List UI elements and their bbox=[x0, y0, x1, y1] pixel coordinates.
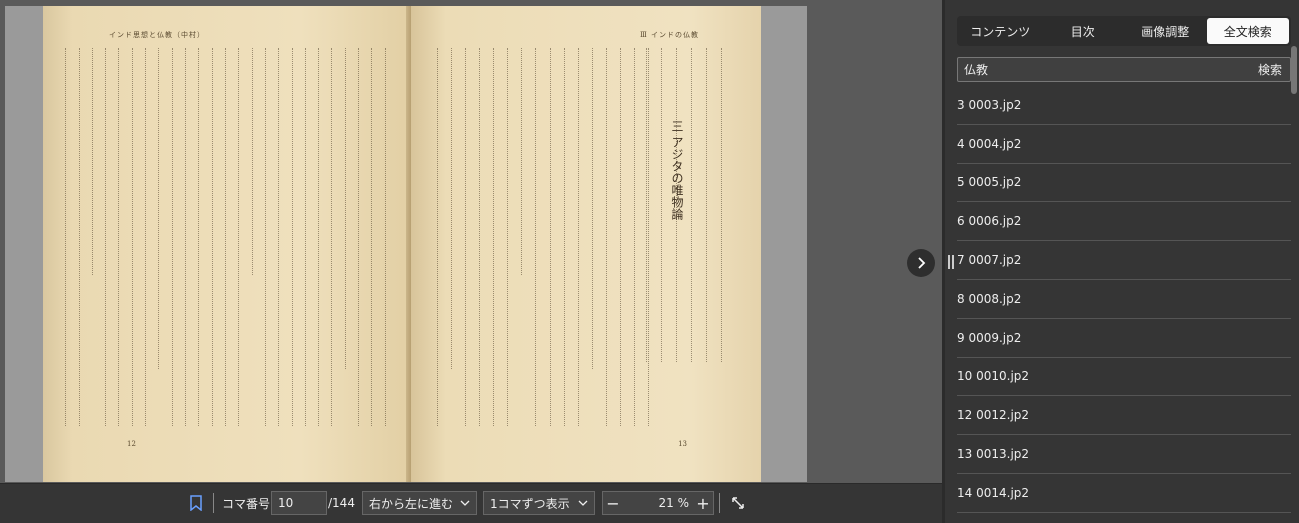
chevron-down-icon bbox=[460, 500, 470, 506]
zoom-in-button[interactable]: + bbox=[693, 494, 713, 513]
list-item[interactable]: 12 0012.jp2 bbox=[957, 396, 1291, 436]
list-item[interactable]: 3 0003.jp2 bbox=[957, 86, 1291, 125]
right-page-text-columns-2 bbox=[611, 48, 727, 362]
display-mode-select[interactable]: 1コマずつ表示 bbox=[483, 491, 595, 515]
bookmark-icon[interactable] bbox=[189, 490, 203, 516]
page-direction-value: 右から左に進む bbox=[369, 496, 454, 511]
tab-fulltext-search[interactable]: 全文検索 bbox=[1206, 18, 1289, 44]
next-page-button[interactable] bbox=[907, 249, 935, 277]
toolbar-divider bbox=[213, 493, 214, 513]
book-spread-image: インド思想と仏教（中村） 12 Ⅲ インドの仏教 三 アジタの唯物論 13 bbox=[5, 6, 807, 482]
fullscreen-icon[interactable] bbox=[731, 490, 745, 516]
list-item[interactable]: 13 0013.jp2 bbox=[957, 435, 1291, 474]
left-page-number: 12 bbox=[127, 440, 136, 448]
frame-total: /144 bbox=[328, 496, 355, 510]
right-page: Ⅲ インドの仏教 三 アジタの唯物論 13 bbox=[411, 6, 761, 482]
zoom-control: − 21 % + bbox=[602, 491, 714, 515]
left-page: インド思想と仏教（中村） 12 bbox=[43, 6, 411, 482]
results-scrollbar[interactable] bbox=[1291, 46, 1297, 94]
display-mode-value: 1コマずつ表示 bbox=[490, 496, 570, 511]
chevron-right-icon bbox=[918, 257, 926, 269]
viewer-toolbar: コマ番号 /144 右から左に進む 1コマずつ表示 − 21 % + bbox=[0, 483, 942, 523]
list-item[interactable]: 9 0009.jp2 bbox=[957, 319, 1291, 358]
tab-contents[interactable]: コンテンツ bbox=[959, 18, 1042, 44]
fulltext-search-box: 仏教 検索 bbox=[957, 57, 1291, 82]
search-results-list: 3 0003.jp2 4 0004.jp2 5 0005.jp2 6 0006.… bbox=[957, 86, 1291, 513]
list-item[interactable]: 10 0010.jp2 bbox=[957, 358, 1291, 397]
toolbar-divider bbox=[719, 493, 720, 513]
list-item[interactable]: 4 0004.jp2 bbox=[957, 125, 1291, 164]
page-direction-select[interactable]: 右から左に進む bbox=[362, 491, 477, 515]
frame-number-label: コマ番号 bbox=[222, 496, 271, 511]
list-item[interactable]: 14 0014.jp2 bbox=[957, 474, 1291, 513]
right-running-head: Ⅲ インドの仏教 bbox=[640, 31, 699, 39]
tab-toc[interactable]: 目次 bbox=[1042, 18, 1125, 44]
panel-resize-handle[interactable] bbox=[948, 255, 954, 269]
right-page-number: 13 bbox=[678, 440, 687, 448]
list-item[interactable]: 8 0008.jp2 bbox=[957, 280, 1291, 319]
zoom-out-button[interactable]: − bbox=[603, 494, 623, 513]
list-item[interactable]: 7 0007.jp2 bbox=[957, 241, 1291, 280]
side-panel: コンテンツ 目次 画像調整 全文検索 仏教 検索 3 0003.jp2 4 00… bbox=[942, 0, 1299, 523]
book-viewer[interactable]: インド思想と仏教（中村） 12 Ⅲ インドの仏教 三 アジタの唯物論 13 bbox=[0, 0, 942, 483]
frame-number-input[interactable] bbox=[271, 491, 327, 515]
search-input[interactable]: 仏教 bbox=[964, 61, 988, 78]
left-running-head: インド思想と仏教（中村） bbox=[109, 31, 205, 39]
search-button[interactable]: 検索 bbox=[1258, 61, 1282, 78]
list-item[interactable]: 6 0006.jp2 bbox=[957, 202, 1291, 242]
left-page-text-columns bbox=[65, 48, 389, 426]
tab-image-adjust[interactable]: 画像調整 bbox=[1124, 18, 1207, 44]
chevron-down-icon bbox=[578, 500, 588, 506]
zoom-value: 21 % bbox=[658, 496, 690, 510]
list-item[interactable]: 5 0005.jp2 bbox=[957, 164, 1291, 203]
panel-tabs: コンテンツ 目次 画像調整 全文検索 bbox=[957, 16, 1291, 46]
